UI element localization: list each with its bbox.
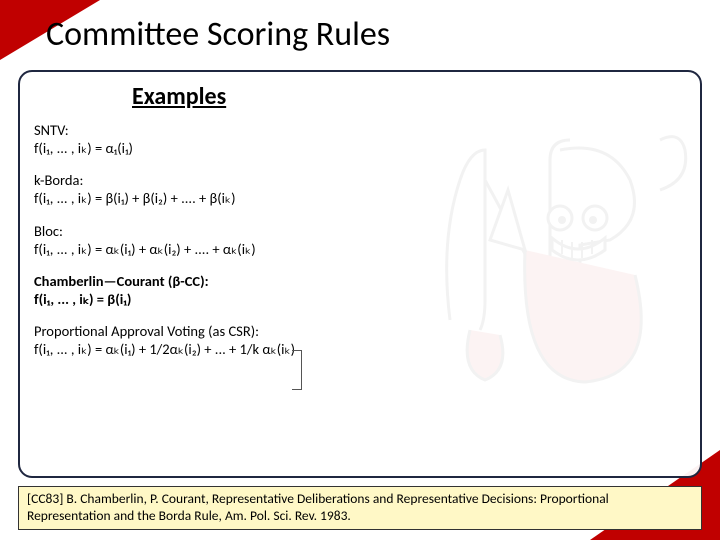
rule-name: Proportional Approval Voting (as CSR): bbox=[34, 322, 686, 340]
rule-pav: Proportional Approval Voting (as CSR): f… bbox=[34, 322, 686, 358]
rule-bloc: Bloc: f(i₁, ... , iₖ) = αₖ(i₁) + αₖ(i₂) … bbox=[34, 222, 686, 258]
examples-heading: Examples bbox=[132, 82, 686, 111]
rule-formula: f(i₁, ... , iₖ) = αₖ(i₁) + αₖ(i₂) + ....… bbox=[34, 240, 686, 258]
citation-box: [CC83] B. Chamberlin, P. Courant, Repres… bbox=[18, 486, 702, 530]
examples-panel: Examples SNTV: f(i₁, ... , iₖ) = α₁(i₁) … bbox=[18, 70, 702, 478]
rule-formula: f(i₁, ... , iₖ) = αₖ(i₁) + 1/2αₖ(i₂) + .… bbox=[34, 340, 686, 358]
cc-bracket-icon bbox=[292, 350, 302, 390]
page-title: Committee Scoring Rules bbox=[46, 14, 390, 55]
rule-name: SNTV: bbox=[34, 121, 686, 139]
rule-name: k-Borda: bbox=[34, 171, 686, 189]
rule-formula: f(i₁, ... , iₖ) = α₁(i₁) bbox=[34, 139, 686, 157]
rule-formula: f(i₁, ... , iₖ) = β(i₁) + β(i₂) + .... +… bbox=[34, 189, 686, 207]
rule-kborda: k-Borda: f(i₁, ... , iₖ) = β(i₁) + β(i₂)… bbox=[34, 171, 686, 207]
rule-name: Chamberlin—Courant (β-CC): bbox=[34, 272, 686, 290]
rule-name: Bloc: bbox=[34, 222, 686, 240]
rule-cc: Chamberlin—Courant (β-CC): f(i₁, ... , i… bbox=[34, 272, 686, 308]
rule-sntv: SNTV: f(i₁, ... , iₖ) = α₁(i₁) bbox=[34, 121, 686, 157]
rule-formula: f(i₁, ... , iₖ) = β(i₁) bbox=[34, 290, 686, 308]
